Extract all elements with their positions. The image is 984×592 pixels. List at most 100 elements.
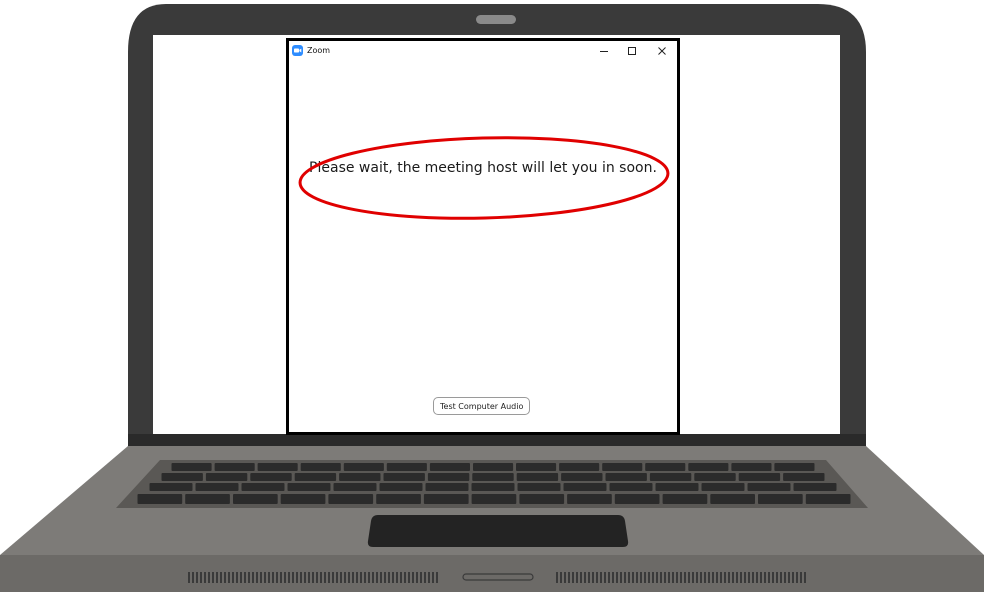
vent-slot (420, 572, 422, 583)
vent-slot (776, 572, 778, 583)
vent-slot (800, 572, 802, 583)
vent-slot (664, 572, 666, 583)
keyboard-key (280, 494, 326, 504)
vent-slot (372, 572, 374, 583)
keyboard-key (300, 463, 341, 471)
keyboard-key (701, 483, 745, 491)
vent-slot (668, 572, 670, 583)
keyboard-key (471, 483, 515, 491)
vent-slot (716, 572, 718, 583)
keyboard-key (563, 483, 607, 491)
keyboard-key (649, 473, 692, 481)
keyboard-key (805, 494, 851, 504)
vent-slot (588, 572, 590, 583)
vent-slot (680, 572, 682, 583)
vent-slot (416, 572, 418, 583)
keyboard-key (688, 463, 729, 471)
vent-slot (364, 572, 366, 583)
vent-slot (656, 572, 658, 583)
vent-slot (188, 572, 190, 583)
minimize-button[interactable] (591, 41, 617, 61)
vent-slot (580, 572, 582, 583)
keyboard-key (519, 494, 565, 504)
keyboard-key (517, 483, 561, 491)
vent-slot (736, 572, 738, 583)
title-bar[interactable]: Zoom (289, 41, 677, 61)
vent-slot (296, 572, 298, 583)
keyboard-key (339, 473, 381, 481)
keyboard-key (185, 494, 230, 504)
vent-slot (340, 572, 342, 583)
vent-slot (228, 572, 230, 583)
maximize-icon (628, 47, 636, 55)
vent-slot (600, 572, 602, 583)
vent-slot (612, 572, 614, 583)
vent-slot (396, 572, 398, 583)
vent-slot (792, 572, 794, 583)
keyboard-key (645, 463, 686, 471)
vent-slot (248, 572, 250, 583)
vent-slot (300, 572, 302, 583)
vent-slot (368, 572, 370, 583)
vent-slot (648, 572, 650, 583)
vent-slot (576, 572, 578, 583)
keyboard-key (149, 483, 193, 491)
keyboard-key (429, 463, 470, 471)
zoom-waiting-room-window: Zoom Please wait, the meeting host will … (286, 38, 680, 435)
vent-slot (268, 572, 270, 583)
close-button[interactable] (649, 41, 675, 61)
vent-slot (288, 572, 290, 583)
vent-slot (640, 572, 642, 583)
vent-slot (376, 572, 378, 583)
vent-slot (316, 572, 318, 583)
vent-slot (348, 572, 350, 583)
keyboard-key (614, 494, 660, 504)
vent-slot (324, 572, 326, 583)
vent-slot (788, 572, 790, 583)
vent-slot (308, 572, 310, 583)
vent-slot (584, 572, 586, 583)
keyboard-key (287, 483, 331, 491)
vent-slot (620, 572, 622, 583)
keyboard-key (747, 483, 791, 491)
keyboard-key (694, 473, 736, 481)
vent-slot (220, 572, 222, 583)
keyboard-key (473, 463, 514, 471)
vent-slot (272, 572, 274, 583)
keyboard-key (379, 483, 423, 491)
vent-slot (688, 572, 690, 583)
maximize-button[interactable] (619, 41, 645, 61)
vent-slot (768, 572, 770, 583)
vent-slot (436, 572, 438, 583)
keyboard-key (257, 463, 298, 471)
keyboard-key (233, 494, 278, 504)
keyboard-key (655, 483, 699, 491)
keyboard-key (205, 473, 248, 481)
vent-slot (344, 572, 346, 583)
vent-slot (432, 572, 434, 583)
vent-slot (356, 572, 358, 583)
vent-slot (780, 572, 782, 583)
vent-slot (224, 572, 226, 583)
vent-slot (644, 572, 646, 583)
keyboard-key (343, 463, 384, 471)
keyboard-key (171, 463, 212, 471)
vent-slot (320, 572, 322, 583)
keyboard-key (758, 494, 803, 504)
vent-slot (276, 572, 278, 583)
vent-slot (744, 572, 746, 583)
vent-slot (256, 572, 258, 583)
vent-slot (392, 572, 394, 583)
keyboard-key (793, 483, 837, 491)
laptop-hinge (128, 434, 866, 446)
close-icon (658, 47, 666, 55)
vent-slot (712, 572, 714, 583)
vent-slot (592, 572, 594, 583)
vent-slot (260, 572, 262, 583)
keyboard-key (328, 494, 374, 504)
keyboard-key (427, 473, 470, 481)
vent-slot (796, 572, 798, 583)
test-computer-audio-button[interactable]: Test Computer Audio (433, 397, 531, 415)
vent-slot (752, 572, 754, 583)
vent-slot (388, 572, 390, 583)
